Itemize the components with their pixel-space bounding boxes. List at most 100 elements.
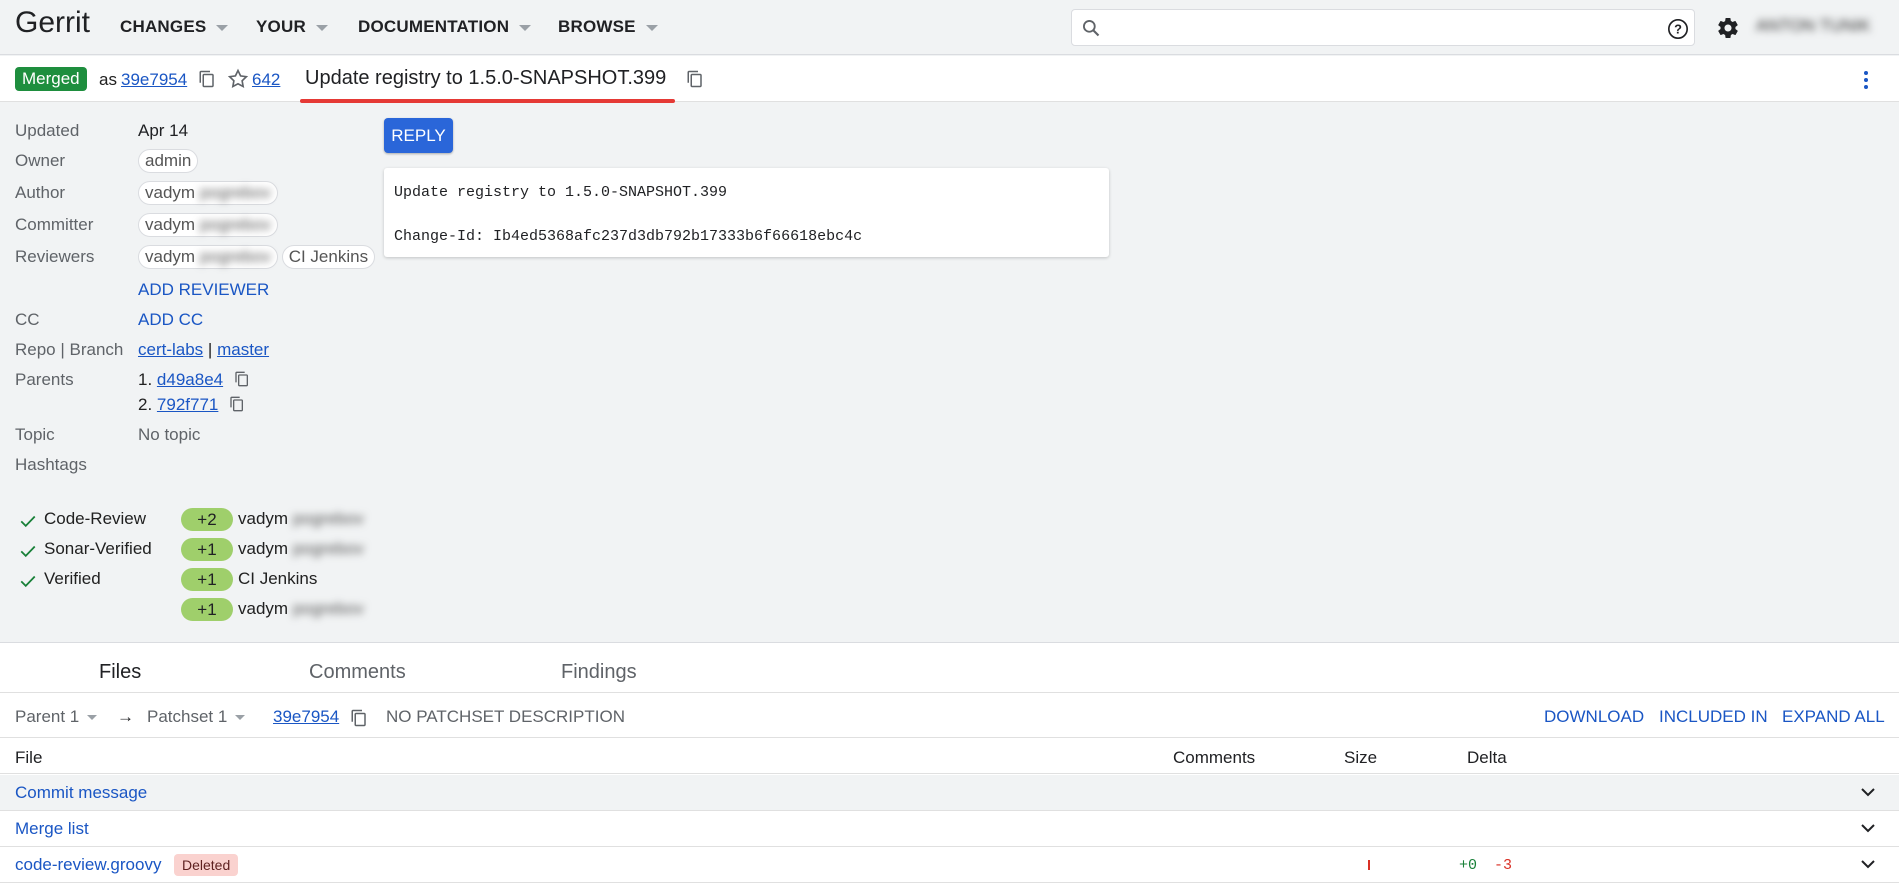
copy-icon[interactable] (234, 370, 250, 388)
voter: vadym pogrebov (238, 509, 364, 528)
reviewer-chip[interactable]: CI Jenkins (281, 245, 376, 269)
expand-all-button[interactable]: EXPAND ALL (1782, 707, 1885, 727)
check-icon (20, 515, 36, 528)
gear-icon[interactable] (1716, 16, 1740, 40)
committer-chip[interactable]: vadym pogrebov (138, 213, 282, 237)
deleted-badge: Deleted (174, 854, 239, 876)
check-icon (20, 575, 36, 588)
vote-chip: +1 (181, 538, 233, 561)
topic-value[interactable]: No topic (138, 425, 200, 445)
branch-link[interactable]: master (217, 340, 269, 359)
updated-label: Updated (15, 121, 80, 140)
tab-findings[interactable]: Findings (561, 661, 637, 684)
more-vert-icon[interactable] (1862, 70, 1870, 90)
vote-chip: +1 (181, 568, 233, 591)
chevron-down-icon[interactable] (1861, 859, 1875, 869)
as-label: as (99, 70, 117, 89)
patchset-dropdown[interactable]: Patchset 1 (147, 707, 246, 727)
file-column-header: File (15, 748, 43, 767)
patchset-bar: Parent 1 → Patchset 1 39e7954 NO PATCHSE… (0, 694, 1899, 738)
parent-1: 1. d49a8e4 (138, 370, 250, 390)
hashtags-label: Hashtags (15, 455, 87, 474)
patchset-commit-link[interactable]: 39e7954 (273, 707, 339, 727)
reviewer-chip[interactable]: vadym pogrebov (138, 245, 278, 269)
comments-column-header: Comments (1173, 748, 1256, 767)
voter: vadym pogrebov (238, 599, 364, 618)
menu-your[interactable]: YOUR (256, 17, 328, 37)
star-icon[interactable] (227, 68, 249, 90)
commit-link[interactable]: 39e7954 (121, 70, 187, 90)
menu-documentation[interactable]: DOCUMENTATION (358, 17, 532, 37)
account-name[interactable]: ANTON TUNIK (1756, 16, 1871, 36)
chevron-down-icon (87, 715, 98, 721)
menu-changes[interactable]: CHANGES (120, 17, 229, 37)
search-input[interactable] (1108, 10, 1678, 45)
file-row-code-review-groovy[interactable]: code-review.groovy Deleted +0 -3 (0, 847, 1899, 883)
copy-icon[interactable] (350, 708, 368, 728)
delta-column-header: Delta (1467, 748, 1507, 767)
status-badge: Merged (15, 67, 87, 91)
updated-value: Apr 14 (138, 121, 189, 140)
size-bar (1368, 860, 1370, 870)
copy-icon[interactable] (229, 395, 245, 413)
file-name[interactable]: Merge list (15, 819, 89, 839)
repo-link[interactable]: cert-labs (138, 340, 203, 359)
file-row-merge-list[interactable]: Merge list (0, 811, 1899, 847)
menu-browse[interactable]: BROWSE (558, 17, 658, 37)
author-label: Author (15, 183, 66, 202)
tab-comments[interactable]: Comments (309, 661, 406, 684)
gerrit-logo[interactable]: Gerrit (15, 6, 90, 40)
chevron-down-icon (315, 24, 328, 31)
file-name[interactable]: code-review.groovy (15, 855, 161, 875)
vote-chip: +1 (181, 598, 233, 621)
subject-highlight-underline (300, 99, 675, 103)
chevron-down-icon (519, 24, 532, 31)
parents-label: Parents (15, 370, 74, 389)
commit-message: Update registry to 1.5.0-SNAPSHOT.399 Ch… (384, 168, 1109, 257)
reviewer-chips: vadym pogrebov CI Jenkins (138, 245, 379, 269)
vote-chip: +2 (181, 508, 233, 531)
file-table-header: File Comments Size Delta (0, 739, 1899, 774)
chevron-down-icon[interactable] (1861, 823, 1875, 833)
help-icon[interactable]: ? (1667, 18, 1689, 40)
lines-added: +0 (1459, 857, 1478, 874)
copy-icon[interactable] (198, 69, 216, 89)
repo-branch-value: cert-labs | master (138, 340, 270, 359)
change-subject: Update registry to 1.5.0-SNAPSHOT.399 (305, 67, 667, 89)
cc-label: CC (15, 310, 40, 329)
change-number-link[interactable]: 642 (252, 70, 280, 90)
parent-1-link[interactable]: d49a8e4 (157, 370, 223, 389)
file-name[interactable]: Commit message (15, 783, 147, 803)
download-button[interactable]: DOWNLOAD (1544, 707, 1644, 727)
search-icon (1083, 20, 1100, 37)
chevron-down-icon (216, 24, 229, 31)
top-bar: Gerrit CHANGES YOUR DOCUMENTATION BROWSE… (0, 0, 1899, 55)
author-chip[interactable]: vadym pogrebov (138, 181, 282, 205)
add-reviewer-button[interactable]: ADD REVIEWER (138, 280, 269, 300)
parent-2-link[interactable]: 792f771 (157, 395, 218, 414)
topic-label: Topic (15, 425, 55, 444)
owner-chip[interactable]: admin (138, 149, 202, 173)
svg-text:?: ? (1674, 22, 1682, 37)
chevron-down-icon (235, 715, 246, 721)
owner-label: Owner (15, 151, 66, 170)
chevron-down-icon[interactable] (1861, 787, 1875, 797)
add-cc-button[interactable]: ADD CC (138, 310, 203, 330)
included-in-button[interactable]: INCLUDED IN (1659, 707, 1768, 727)
lines-removed: -3 (1494, 857, 1513, 874)
base-patchset-dropdown[interactable]: Parent 1 (15, 707, 98, 727)
parent-2: 2. 792f771 (138, 395, 245, 415)
patchset-description[interactable]: NO PATCHSET DESCRIPTION (386, 707, 625, 727)
change-header: Merged as 39e7954 642 Update registry to… (0, 56, 1899, 103)
repo-branch-label: Repo | Branch (15, 340, 124, 359)
arrow-icon: → (117, 707, 134, 726)
reviewers-label: Reviewers (15, 247, 95, 266)
file-row-commit-message[interactable]: Commit message (0, 775, 1899, 811)
copy-subject-icon[interactable] (686, 69, 704, 89)
reply-button[interactable]: REPLY (384, 118, 453, 153)
voter: vadym pogrebov (238, 539, 364, 558)
chevron-down-icon (645, 24, 658, 31)
committer-label: Committer (15, 215, 94, 234)
tab-bar: Files Comments Findings (0, 643, 1899, 693)
tab-files[interactable]: Files (99, 661, 141, 684)
